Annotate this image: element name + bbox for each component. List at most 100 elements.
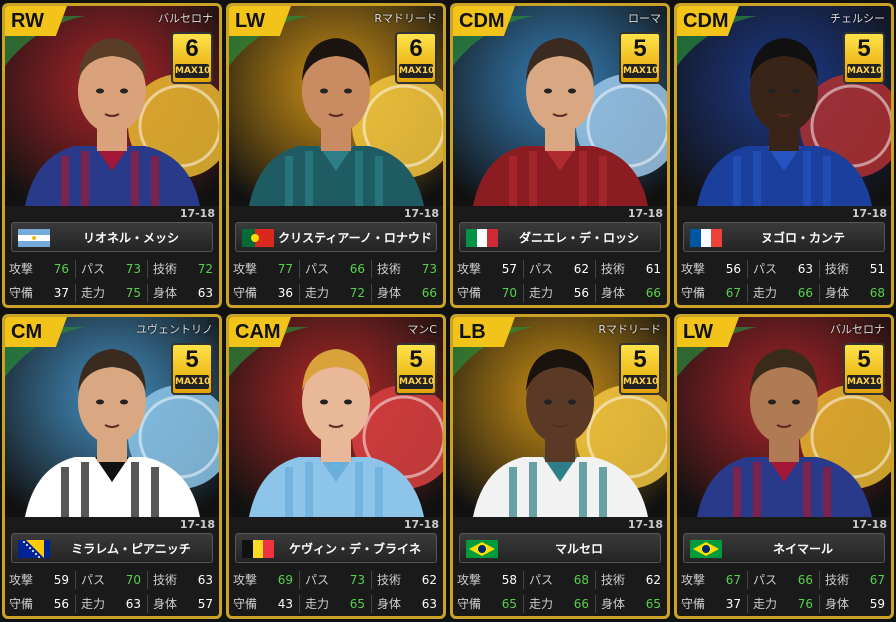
- stat-value-phy: 63: [421, 597, 437, 611]
- player-name: リオネル・メッシ: [82, 231, 179, 245]
- stat-value-tec: 51: [869, 262, 885, 276]
- stat-divider: [371, 571, 372, 589]
- club-name: チェルシー: [830, 12, 885, 25]
- stat-divider: [523, 571, 524, 589]
- stat-value-phy: 66: [421, 286, 437, 300]
- player-card[interactable]: LW Rマドリード 6 MAX10 17-18 クリスティアーノ・ロナウド 攻撃…: [226, 3, 446, 308]
- flag-brazil-icon: [690, 540, 722, 558]
- stat-value-run: 72: [349, 286, 365, 300]
- stat-label-run: 走力: [753, 286, 778, 300]
- season-label: 17-18: [851, 518, 887, 531]
- stat-label-tec: 技術: [153, 262, 178, 276]
- rating-badge: 6 MAX10: [171, 32, 213, 84]
- stat-divider: [747, 571, 748, 589]
- club-name: Rマドリード: [374, 12, 437, 25]
- stat-value-def: 67: [725, 286, 741, 300]
- stat-divider: [75, 260, 76, 278]
- stat-divider: [371, 595, 372, 613]
- season-label: 17-18: [179, 207, 215, 220]
- max-label: MAX10: [175, 64, 211, 78]
- player-card-grid: RW バルセロナ 6 MAX10 17-18 リオネル・メッシ 攻撃 76 パス 73…: [0, 0, 896, 622]
- stat-label-pas: パス: [529, 262, 554, 276]
- stats-panel: 攻撃 76 パス 73 技術 72 守備 37 走力 75 身体 63: [5, 258, 219, 305]
- stat-value-def: 37: [725, 597, 741, 611]
- stat-divider: [299, 260, 300, 278]
- stat-value-atk: 59: [53, 573, 69, 587]
- stat-label-tec: 技術: [825, 573, 850, 587]
- stat-value-atk: 57: [501, 262, 517, 276]
- stat-value-atk: 67: [725, 573, 741, 587]
- rating-badge: 5 MAX10: [843, 32, 885, 84]
- player-card[interactable]: CAM マンC 5 MAX10 17-18 ケヴィン・デ・ブライネ 攻撃 69 パス…: [226, 314, 446, 619]
- stat-label-pas: パス: [529, 573, 554, 587]
- stat-value-pas: 63: [797, 262, 813, 276]
- stat-row: 攻撃 57 パス 62 技術 61: [453, 258, 667, 280]
- player-name: クリスティアーノ・ロナウド: [278, 231, 432, 245]
- stat-divider: [747, 595, 748, 613]
- stat-value-def: 43: [277, 597, 293, 611]
- stat-value-def: 65: [501, 597, 517, 611]
- club-name: マンC: [407, 323, 437, 336]
- rating-value: 6: [185, 35, 199, 62]
- stat-divider: [595, 571, 596, 589]
- stat-divider: [819, 260, 820, 278]
- rating-value: 5: [409, 346, 423, 373]
- stat-label-run: 走力: [753, 597, 778, 611]
- stat-value-run: 65: [349, 597, 365, 611]
- flag-argentina-icon: [18, 229, 50, 247]
- stat-value-phy: 59: [869, 597, 885, 611]
- stats-panel: 攻撃 57 パス 62 技術 61 守備 70 走力 56 身体 66: [453, 258, 667, 305]
- stat-divider: [299, 595, 300, 613]
- rating-value: 5: [633, 346, 647, 373]
- player-card[interactable]: LW バルセロナ 5 MAX10 17-18 ネイマール 攻撃 67 パス 66 技術 6…: [674, 314, 894, 619]
- stat-label-tec: 技術: [153, 573, 178, 587]
- stats-panel: 攻撃 67 パス 66 技術 67 守備 37 走力 76 身体 59: [677, 569, 891, 616]
- stats-panel: 攻撃 58 パス 68 技術 62 守備 65 走力 66 身体 65: [453, 569, 667, 616]
- stat-label-run: 走力: [529, 597, 554, 611]
- stat-value-tec: 73: [421, 262, 437, 276]
- stat-value-def: 36: [277, 286, 293, 300]
- season-label: 17-18: [403, 518, 439, 531]
- stat-label-phy: 身体: [153, 597, 178, 611]
- player-card[interactable]: CM ユヴェントリノ 5 MAX10 17-18 ミラレム・ピアニッチ 攻撃 59…: [2, 314, 222, 619]
- stat-row: 守備 67 走力 66 身体 68: [677, 282, 891, 304]
- stat-divider: [147, 571, 148, 589]
- stat-label-pas: パス: [81, 262, 106, 276]
- stat-value-phy: 63: [197, 286, 213, 300]
- stat-value-tec: 62: [645, 573, 661, 587]
- stat-label-tec: 技術: [377, 262, 402, 276]
- stat-value-run: 75: [125, 286, 141, 300]
- club-name: ユヴェントリノ: [136, 323, 213, 336]
- stat-row: 攻撃 69 パス 73 技術 62: [229, 569, 443, 591]
- stat-label-atk: 攻撃: [9, 262, 34, 276]
- player-card[interactable]: LB Rマドリード 5 MAX10 17-18 マルセロ 攻撃 58 パス 68 技術 6…: [450, 314, 670, 619]
- stat-label-run: 走力: [81, 597, 106, 611]
- player-card[interactable]: CDM チェルシー 5 MAX10 17-18 ヌゴロ・カンテ 攻撃 56 パス 63…: [674, 3, 894, 308]
- stat-divider: [819, 595, 820, 613]
- max-label: MAX10: [623, 64, 659, 78]
- stat-label-atk: 攻撃: [233, 573, 258, 587]
- rating-value: 5: [633, 35, 647, 62]
- player-name: ダニエレ・デ・ロッシ: [518, 231, 639, 245]
- season-label: 17-18: [403, 207, 439, 220]
- stats-panel: 攻撃 69 パス 73 技術 62 守備 43 走力 65 身体 63: [229, 569, 443, 616]
- stat-row: 守備 43 走力 65 身体 63: [229, 593, 443, 615]
- stat-value-pas: 73: [349, 573, 365, 587]
- rating-badge: 6 MAX10: [395, 32, 437, 84]
- stat-value-pas: 73: [125, 262, 141, 276]
- player-card[interactable]: CDM ローマ 5 MAX10 17-18 ダニエレ・デ・ロッシ 攻撃 57 パス 6…: [450, 3, 670, 308]
- rating-badge: 5 MAX10: [395, 343, 437, 395]
- stat-divider: [747, 284, 748, 302]
- stats-panel: 攻撃 56 パス 63 技術 51 守備 67 走力 66 身体 68: [677, 258, 891, 305]
- stat-divider: [75, 571, 76, 589]
- max-label: MAX10: [847, 64, 883, 78]
- name-bar: ダニエレ・デ・ロッシ: [459, 222, 661, 252]
- name-bar: ケヴィン・デ・ブライネ: [235, 533, 437, 563]
- stat-divider: [595, 284, 596, 302]
- stat-divider: [819, 284, 820, 302]
- player-card[interactable]: RW バルセロナ 6 MAX10 17-18 リオネル・メッシ 攻撃 76 パス 73…: [2, 3, 222, 308]
- stat-value-phy: 66: [645, 286, 661, 300]
- stat-value-pas: 68: [573, 573, 589, 587]
- stat-divider: [747, 260, 748, 278]
- flag-portugal-icon: [242, 229, 274, 247]
